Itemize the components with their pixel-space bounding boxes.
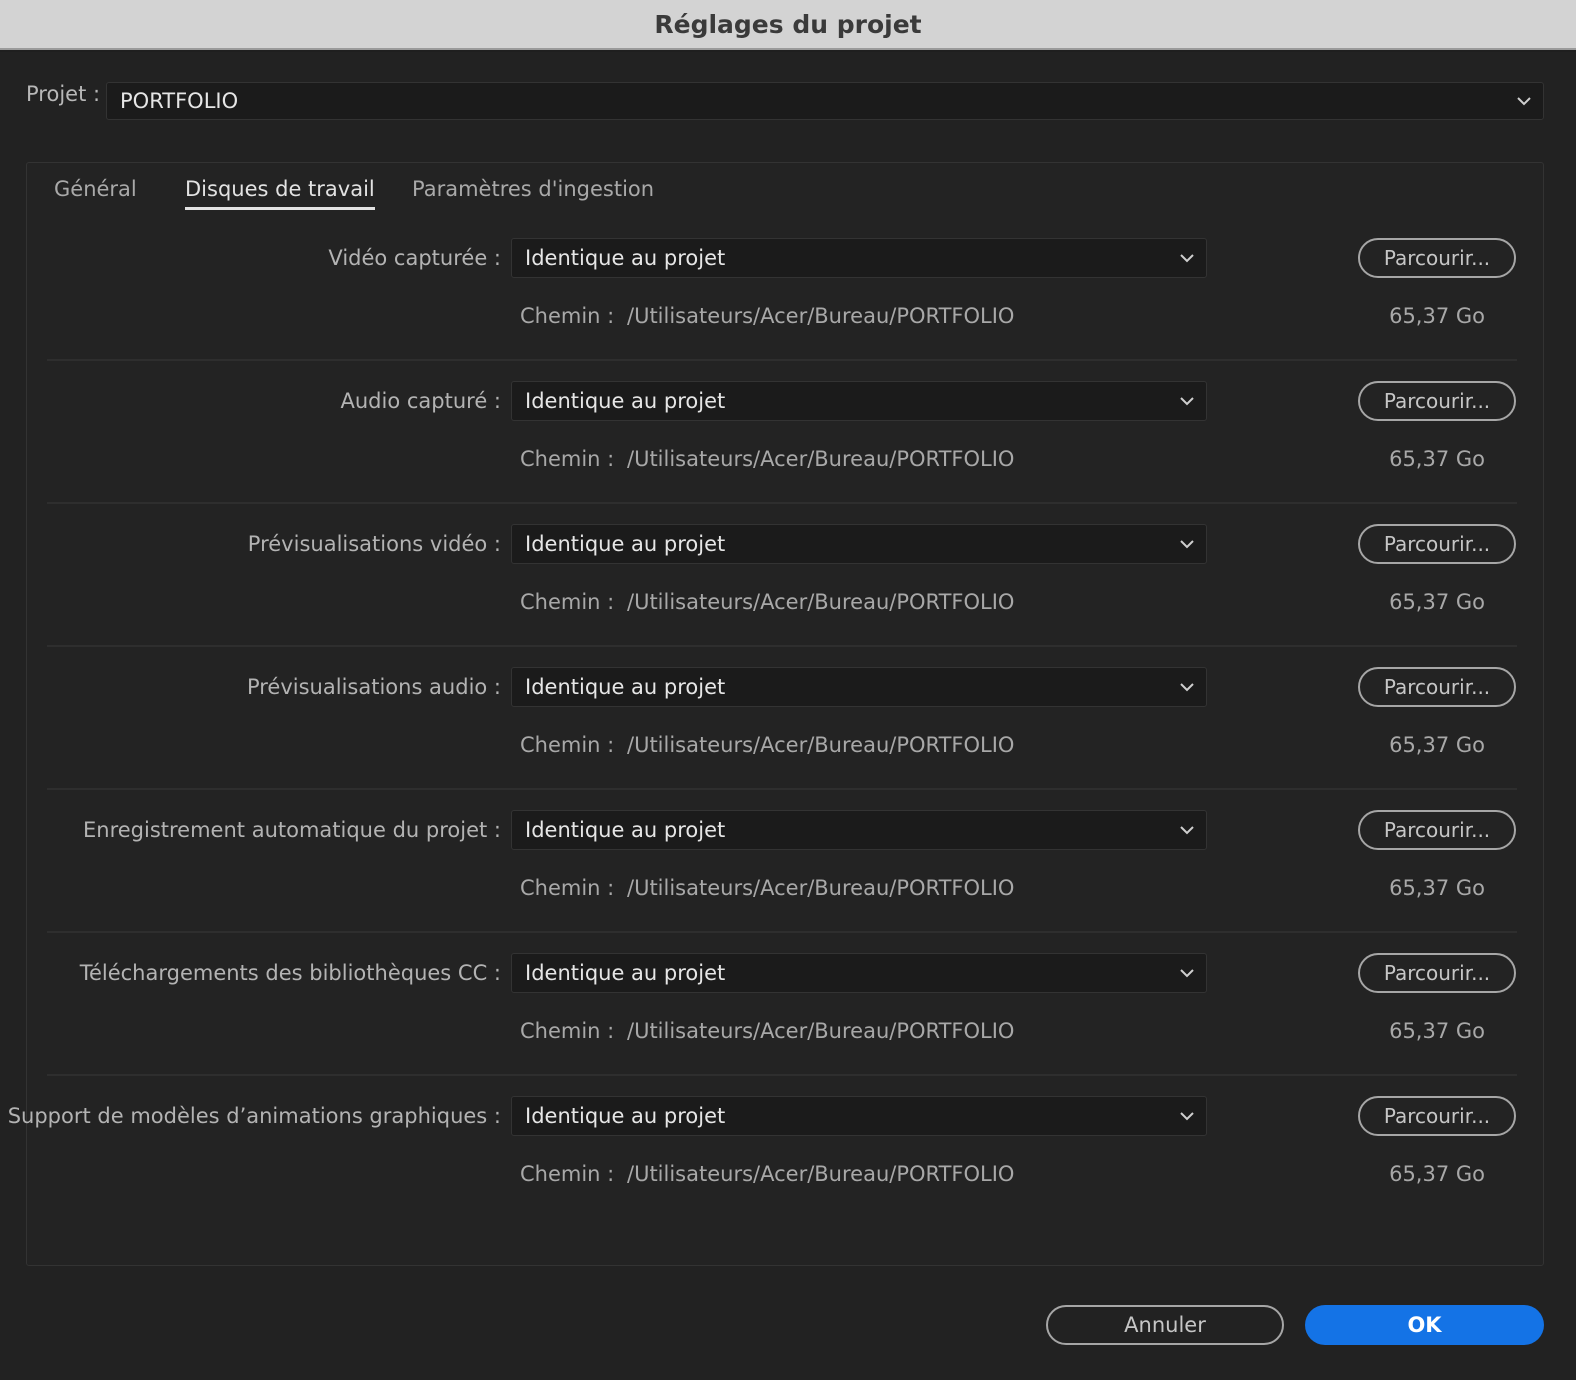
location-select-value: Identique au projet (525, 532, 726, 556)
section-video-previews: Prévisualisations vidéo : Identique au p… (27, 524, 1545, 667)
path-label: Chemin : (520, 1162, 615, 1186)
tab-scratch-disks[interactable]: Disques de travail (185, 177, 375, 210)
disk-space: 65,37 Go (1389, 1019, 1485, 1043)
chevron-down-icon (1180, 826, 1194, 835)
section-label: Audio capturé : (340, 389, 502, 413)
disk-space: 65,37 Go (1389, 447, 1485, 471)
project-select[interactable]: PORTFOLIO (106, 82, 1544, 120)
chevron-down-icon (1180, 969, 1194, 978)
section-audio-previews: Prévisualisations audio : Identique au p… (27, 667, 1545, 810)
section-motion-graphics: Support de modèles d’animations graphiqu… (8, 1096, 1545, 1239)
location-select[interactable]: Identique au projet (511, 953, 1207, 993)
path-value: /Utilisateurs/Acer/Bureau/PORTFOLIO (627, 1019, 1015, 1043)
cancel-button[interactable]: Annuler (1046, 1305, 1284, 1345)
section-captured-video: Vidéo capturée : Identique au projet Par… (27, 238, 1545, 381)
path-value: /Utilisateurs/Acer/Bureau/PORTFOLIO (627, 876, 1015, 900)
divider (47, 788, 1517, 790)
browse-button[interactable]: Parcourir... (1358, 524, 1516, 564)
tab-ingest-settings[interactable]: Paramètres d'ingestion (412, 177, 654, 207)
section-label: Vidéo capturée : (328, 246, 501, 270)
project-settings-dialog: Projet : PORTFOLIO Général Disques de tr… (0, 52, 1576, 1380)
browse-button[interactable]: Parcourir... (1358, 1096, 1516, 1136)
section-label: Enregistrement automatique du projet : (83, 818, 501, 842)
divider (47, 1074, 1517, 1076)
window-title: Réglages du projet (654, 9, 922, 39)
divider (47, 359, 1517, 361)
divider (47, 931, 1517, 933)
chevron-down-icon (1517, 97, 1531, 106)
location-select-value: Identique au projet (525, 246, 726, 270)
section-auto-save: Enregistrement automatique du projet : I… (27, 810, 1545, 953)
location-select[interactable]: Identique au projet (511, 524, 1207, 564)
path-value: /Utilisateurs/Acer/Bureau/PORTFOLIO (627, 304, 1015, 328)
browse-button[interactable]: Parcourir... (1358, 810, 1516, 850)
disk-space: 65,37 Go (1389, 876, 1485, 900)
disk-space: 65,37 Go (1389, 1162, 1485, 1186)
section-captured-audio: Audio capturé : Identique au projet Parc… (27, 381, 1545, 524)
chevron-down-icon (1180, 683, 1194, 692)
section-label: Prévisualisations audio : (246, 675, 501, 699)
project-label: Projet : (26, 82, 101, 106)
location-select-value: Identique au projet (525, 389, 726, 413)
path-label: Chemin : (520, 590, 615, 614)
path-label: Chemin : (520, 304, 615, 328)
path-value: /Utilisateurs/Acer/Bureau/PORTFOLIO (627, 733, 1015, 757)
browse-button[interactable]: Parcourir... (1358, 238, 1516, 278)
location-select-value: Identique au projet (525, 818, 726, 842)
path-label: Chemin : (520, 876, 615, 900)
path-label: Chemin : (520, 1019, 615, 1043)
chevron-down-icon (1180, 397, 1194, 406)
section-label: Prévisualisations vidéo : (247, 532, 501, 556)
location-select-value: Identique au projet (525, 675, 726, 699)
location-select[interactable]: Identique au projet (511, 667, 1207, 707)
chevron-down-icon (1180, 540, 1194, 549)
location-select[interactable]: Identique au projet (511, 238, 1207, 278)
path-label: Chemin : (520, 733, 615, 757)
window-titlebar: Réglages du projet (0, 0, 1576, 50)
browse-button[interactable]: Parcourir... (1358, 381, 1516, 421)
path-label: Chemin : (520, 447, 615, 471)
ok-button[interactable]: OK (1305, 1305, 1544, 1345)
scratch-disks-panel: Général Disques de travail Paramètres d'… (8, 162, 1545, 1266)
disk-space: 65,37 Go (1389, 304, 1485, 328)
location-select[interactable]: Identique au projet (511, 1096, 1207, 1136)
path-value: /Utilisateurs/Acer/Bureau/PORTFOLIO (627, 1162, 1015, 1186)
project-select-value: PORTFOLIO (120, 89, 239, 113)
section-label: Téléchargements des bibliothèques CC : (79, 961, 501, 985)
browse-button[interactable]: Parcourir... (1358, 667, 1516, 707)
project-row: Projet : (26, 82, 106, 106)
chevron-down-icon (1180, 254, 1194, 263)
section-cc-libraries: Téléchargements des bibliothèques CC : I… (27, 953, 1545, 1096)
path-value: /Utilisateurs/Acer/Bureau/PORTFOLIO (627, 590, 1015, 614)
divider (47, 502, 1517, 504)
path-value: /Utilisateurs/Acer/Bureau/PORTFOLIO (627, 447, 1015, 471)
location-select[interactable]: Identique au projet (511, 381, 1207, 421)
chevron-down-icon (1180, 1112, 1194, 1121)
location-select-value: Identique au projet (525, 1104, 726, 1128)
tab-general[interactable]: Général (54, 177, 137, 207)
disk-space: 65,37 Go (1389, 733, 1485, 757)
location-select-value: Identique au projet (525, 961, 726, 985)
disk-space: 65,37 Go (1389, 590, 1485, 614)
location-select[interactable]: Identique au projet (511, 810, 1207, 850)
divider (47, 645, 1517, 647)
browse-button[interactable]: Parcourir... (1358, 953, 1516, 993)
section-label: Support de modèles d’animations graphiqu… (7, 1104, 501, 1128)
